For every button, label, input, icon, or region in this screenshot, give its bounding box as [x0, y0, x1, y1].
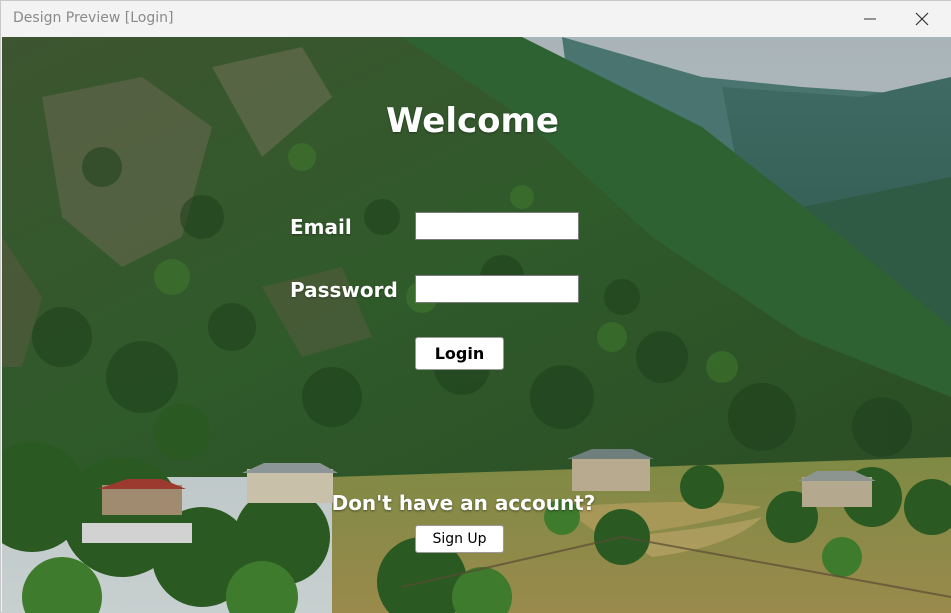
login-panel: Welcome Email Password Login Don't have …	[2, 37, 951, 613]
login-button[interactable]: Login	[415, 337, 504, 370]
app-window: Design Preview [Login] Welcome Email Pas…	[0, 0, 951, 613]
welcome-heading: Welcome	[385, 101, 559, 141]
signup-prompt: Don't have an account?	[331, 491, 596, 515]
email-field[interactable]	[415, 212, 579, 240]
close-button[interactable]	[899, 1, 945, 37]
password-label: Password	[290, 278, 398, 302]
minimize-button[interactable]	[847, 1, 893, 37]
password-field[interactable]	[415, 275, 579, 303]
minimize-icon	[864, 18, 876, 20]
email-label: Email	[290, 215, 352, 239]
title-bar[interactable]: Design Preview [Login]	[1, 1, 951, 37]
close-icon	[915, 12, 929, 26]
sign-up-button[interactable]: Sign Up	[415, 525, 504, 553]
window-title: Design Preview [Login]	[13, 10, 174, 26]
